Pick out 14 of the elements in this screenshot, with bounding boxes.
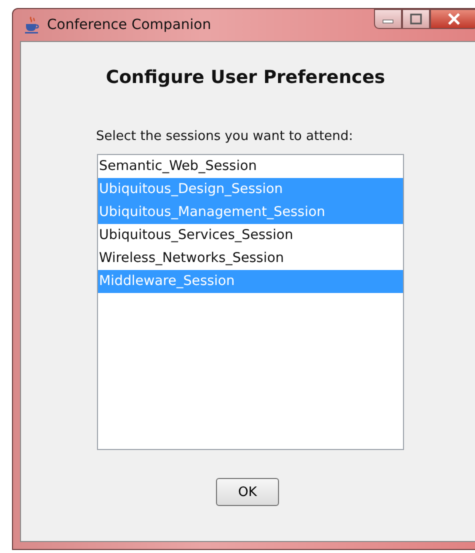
close-icon [446,13,462,25]
dialog-heading: Configure User Preferences [104,67,386,88]
session-item[interactable]: Wireless_Networks_Session [98,247,403,270]
prompt-label: Select the sessions you want to attend: [96,129,354,144]
window-title: Conference Companion [47,17,212,33]
maximize-button[interactable] [402,9,430,29]
session-item[interactable]: Ubiquitous_Services_Session [98,224,403,247]
close-button[interactable] [430,9,475,29]
maximize-icon [409,13,423,25]
session-item[interactable]: Semantic_Web_Session [98,155,403,178]
session-list[interactable]: Semantic_Web_Session Ubiquitous_Design_Session Ubiquitous_Management_Session Ubiquitous_Services_Session Wireless_Networks_Session Middleware_Session [97,154,404,450]
ok-button[interactable]: OK [216,478,279,506]
coffee-cup-icon [23,16,41,34]
minimize-button[interactable] [374,9,402,29]
